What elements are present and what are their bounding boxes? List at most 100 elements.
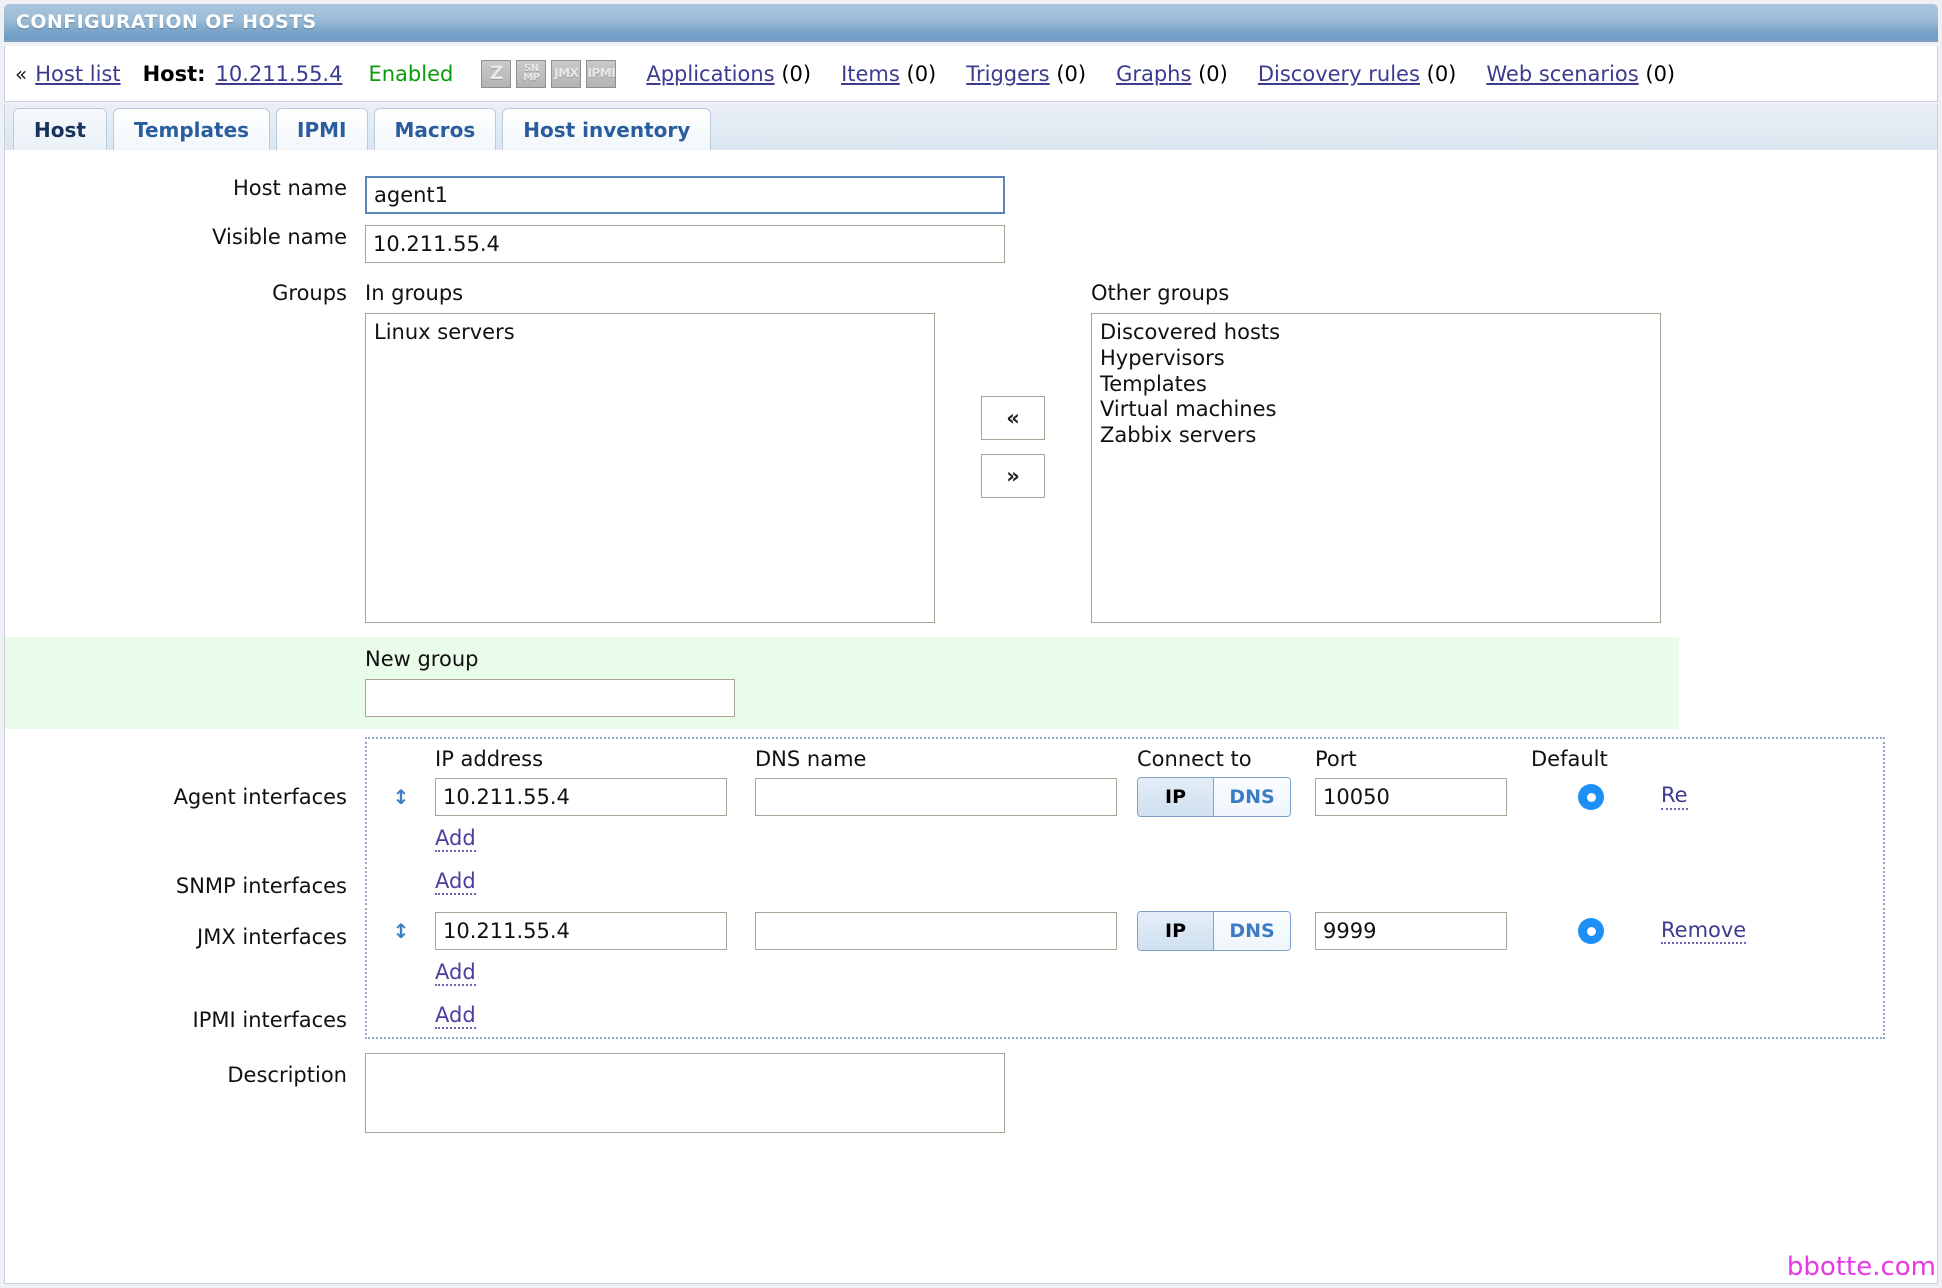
new-group-input[interactable] (365, 679, 735, 717)
snmp-badge: SN MP (516, 59, 547, 88)
drag-handle-icon[interactable]: ↕ (393, 785, 410, 809)
other-groups-column: Other groups Discovered hosts Hypervisor… (1091, 281, 1661, 623)
items-link[interactable]: Items (841, 62, 900, 86)
discovery-rules-link[interactable]: Discovery rules (1258, 62, 1420, 86)
new-group-row: New group (5, 637, 1679, 729)
jmx-add-link[interactable]: Add (435, 961, 476, 987)
list-item[interactable]: Templates (1100, 372, 1652, 398)
other-groups-label: Other groups (1091, 281, 1230, 305)
jmx-default-radio[interactable] (1578, 918, 1604, 945)
list-item[interactable]: Zabbix servers (1100, 423, 1652, 449)
in-groups-label: In groups (365, 281, 464, 305)
web-scenarios-link-group: Web scenarios (0) (1486, 62, 1675, 86)
other-groups-listbox[interactable]: Discovered hosts Hypervisors Templates V… (1091, 313, 1661, 623)
jmx-remove-link[interactable]: Remove (1661, 918, 1747, 944)
applications-link[interactable]: Applications (646, 62, 774, 86)
agent-port-input[interactable] (1315, 778, 1507, 816)
move-to-in-groups-button[interactable]: « (981, 396, 1045, 440)
tab-macros[interactable]: Macros (373, 108, 497, 150)
discovery-rules-link-group: Discovery rules (0) (1258, 62, 1457, 86)
items-link-group: Items (0) (841, 62, 936, 86)
tab-host[interactable]: Host (13, 108, 107, 150)
agent-connect-to-toggle[interactable]: IP DNS (1137, 777, 1291, 817)
agent-connect-ip-option[interactable]: IP (1138, 778, 1214, 816)
ipmi-badge: IPMI (586, 59, 617, 88)
agent-ip-input[interactable] (435, 778, 727, 816)
agent-dns-input[interactable] (755, 778, 1117, 816)
host-navigation-bar: « Host list Host: 10.211.55.4 Enabled Z … (4, 46, 1938, 102)
jmx-interfaces-row: JMX interfaces ↕ IP DNS (5, 903, 1937, 999)
new-group-label: New group (365, 647, 479, 671)
agent-default-radio[interactable] (1578, 784, 1604, 810)
groups-label: Groups (272, 281, 347, 305)
list-item[interactable]: Virtual machines (1100, 397, 1652, 423)
host-type-badges: Z SN MP JMX IPMI (481, 59, 617, 88)
list-item[interactable]: Discovered hosts (1100, 320, 1652, 346)
web-scenarios-link[interactable]: Web scenarios (1486, 62, 1638, 86)
default-header: Default (1531, 747, 1608, 771)
jmx-dns-input[interactable] (755, 912, 1117, 951)
in-groups-listbox[interactable]: Linux servers (365, 313, 935, 623)
drag-handle-icon[interactable]: ↕ (393, 919, 410, 943)
table-row: ↕ IP DNS (367, 911, 1883, 952)
host-entity-links: Applications (0) Items (0) Triggers (0) … (646, 62, 1675, 86)
list-item[interactable]: Linux servers (374, 320, 926, 346)
ipmi-interfaces-label: IPMI interfaces (192, 1008, 347, 1033)
graphs-link[interactable]: Graphs (1116, 62, 1191, 86)
host-name-label: Host name (232, 176, 347, 200)
host-label: Host: (142, 61, 206, 86)
jmx-port-input[interactable] (1315, 912, 1507, 951)
ipmi-interfaces-table: Add (365, 996, 1885, 1040)
ipmi-interfaces-row: IPMI interfaces Add (5, 996, 1937, 1040)
description-textarea[interactable] (365, 1053, 1005, 1134)
snmp-interfaces-label: SNMP interfaces (175, 874, 347, 899)
snmp-interfaces-table: Add (365, 862, 1885, 906)
move-to-other-groups-button[interactable]: » (981, 454, 1045, 498)
jmx-ip-input[interactable] (435, 912, 727, 951)
page-title: CONFIGURATION OF HOSTS (16, 11, 317, 33)
applications-count: (0) (781, 61, 812, 86)
triggers-link-group: Triggers (0) (966, 62, 1086, 86)
description-label: Description (227, 1063, 347, 1088)
visible-name-input[interactable] (365, 225, 1005, 263)
tab-host-inventory[interactable]: Host inventory (502, 108, 712, 150)
host-name-link[interactable]: 10.211.55.4 (216, 62, 343, 86)
tab-templates[interactable]: Templates (112, 108, 271, 150)
groups-row: Groups In groups Linux servers « » Other… (5, 281, 1937, 623)
triggers-count: (0) (1056, 61, 1087, 86)
snmp-add-link[interactable]: Add (435, 870, 476, 896)
site-watermark: bbotte.com (1786, 1252, 1936, 1282)
host-name-input[interactable] (365, 176, 1005, 214)
list-item[interactable]: Hypervisors (1100, 346, 1652, 372)
agent-add-link[interactable]: Add (435, 826, 476, 853)
tab-ipmi[interactable]: IPMI (276, 108, 368, 150)
jmx-connect-ip-option[interactable]: IP (1138, 912, 1214, 951)
new-group-inner: New group (5, 647, 1679, 717)
agent-connect-dns-option[interactable]: DNS (1214, 778, 1290, 816)
web-scenarios-count: (0) (1645, 61, 1676, 86)
agent-remove-link[interactable]: Re (1661, 784, 1688, 810)
table-row: ↕ IP DNS (367, 777, 1883, 817)
ipmi-add-link[interactable]: Add (435, 1004, 476, 1030)
group-transfer-buttons: « » (981, 396, 1045, 498)
dns-name-header: DNS name (755, 747, 867, 771)
agent-interfaces-row: Agent interfaces IP address DNS name Con… (5, 737, 1937, 865)
zabbix-agent-badge: Z (481, 59, 512, 88)
new-group-column: New group (365, 647, 735, 717)
host-status-text: Enabled (368, 61, 454, 86)
triggers-link[interactable]: Triggers (966, 62, 1049, 86)
discovery-rules-count: (0) (1426, 61, 1457, 86)
back-chevron-icon: « (15, 61, 28, 86)
host-name-row: Host name (5, 176, 1937, 214)
jmx-connect-to-toggle[interactable]: IP DNS (1137, 911, 1291, 952)
zabbix-host-configuration-page: CONFIGURATION OF HOSTS « Host list Host:… (0, 0, 1942, 1288)
jmx-interfaces-label: JMX interfaces (197, 925, 347, 950)
jmx-interfaces-table: ↕ IP DNS (365, 903, 1885, 999)
items-count: (0) (906, 61, 937, 86)
host-list-link[interactable]: Host list (35, 62, 120, 86)
description-row: Description (5, 1053, 1937, 1134)
agent-interfaces-label: Agent interfaces (173, 785, 347, 809)
jmx-badge: JMX (551, 59, 582, 88)
jmx-connect-dns-option[interactable]: DNS (1214, 912, 1290, 951)
window-title-bar: CONFIGURATION OF HOSTS (4, 4, 1938, 42)
